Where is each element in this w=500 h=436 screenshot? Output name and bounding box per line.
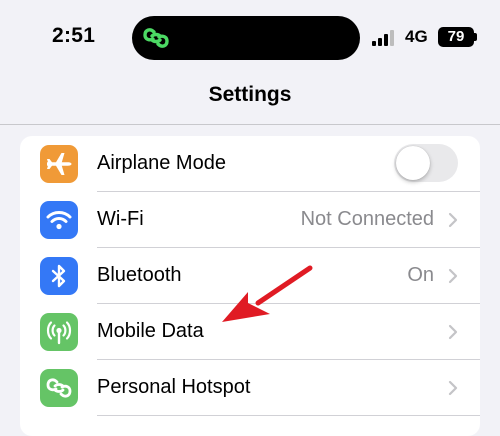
bluetooth-status-value: On — [407, 264, 434, 286]
airplane-mode-toggle[interactable] — [394, 144, 458, 182]
chevron-right-icon — [448, 324, 458, 340]
page-title: Settings — [208, 83, 292, 106]
settings-row-label: Bluetooth — [97, 264, 182, 286]
antenna-icon — [40, 313, 78, 351]
hotspot-link-icon — [143, 28, 169, 48]
settings-row-personal-hotspot[interactable]: Personal Hotspot — [20, 360, 480, 416]
cellular-signal-icon — [372, 30, 398, 46]
nav-divider — [0, 124, 500, 125]
wifi-icon — [40, 201, 78, 239]
settings-row-label: Personal Hotspot — [97, 376, 251, 398]
settings-row-label: Mobile Data — [97, 320, 204, 342]
status-time: 2:51 — [52, 24, 96, 47]
toggle-knob — [396, 146, 430, 180]
annotation-arrow-icon — [222, 265, 313, 322]
battery-cap — [474, 33, 477, 41]
settings-row-label: Wi-Fi — [97, 208, 144, 230]
settings-row-wifi[interactable]: Wi-Fi Not Connected — [20, 192, 480, 248]
chevron-right-icon — [448, 268, 458, 284]
airplane-icon — [40, 145, 78, 183]
hotspot-link-icon — [40, 369, 78, 407]
network-type: 4G — [405, 27, 428, 46]
battery-indicator: 79 — [438, 27, 474, 47]
wifi-status-value: Not Connected — [300, 208, 434, 230]
bluetooth-icon — [40, 257, 78, 295]
settings-row-label: Airplane Mode — [97, 152, 226, 174]
settings-row-airplane-mode[interactable]: Airplane Mode — [20, 136, 480, 192]
chevron-right-icon — [448, 380, 458, 396]
status-bar: 2:51 4G 79 — [0, 0, 500, 72]
row-divider — [97, 415, 480, 416]
dynamic-island[interactable] — [132, 16, 360, 60]
chevron-right-icon — [448, 212, 458, 228]
